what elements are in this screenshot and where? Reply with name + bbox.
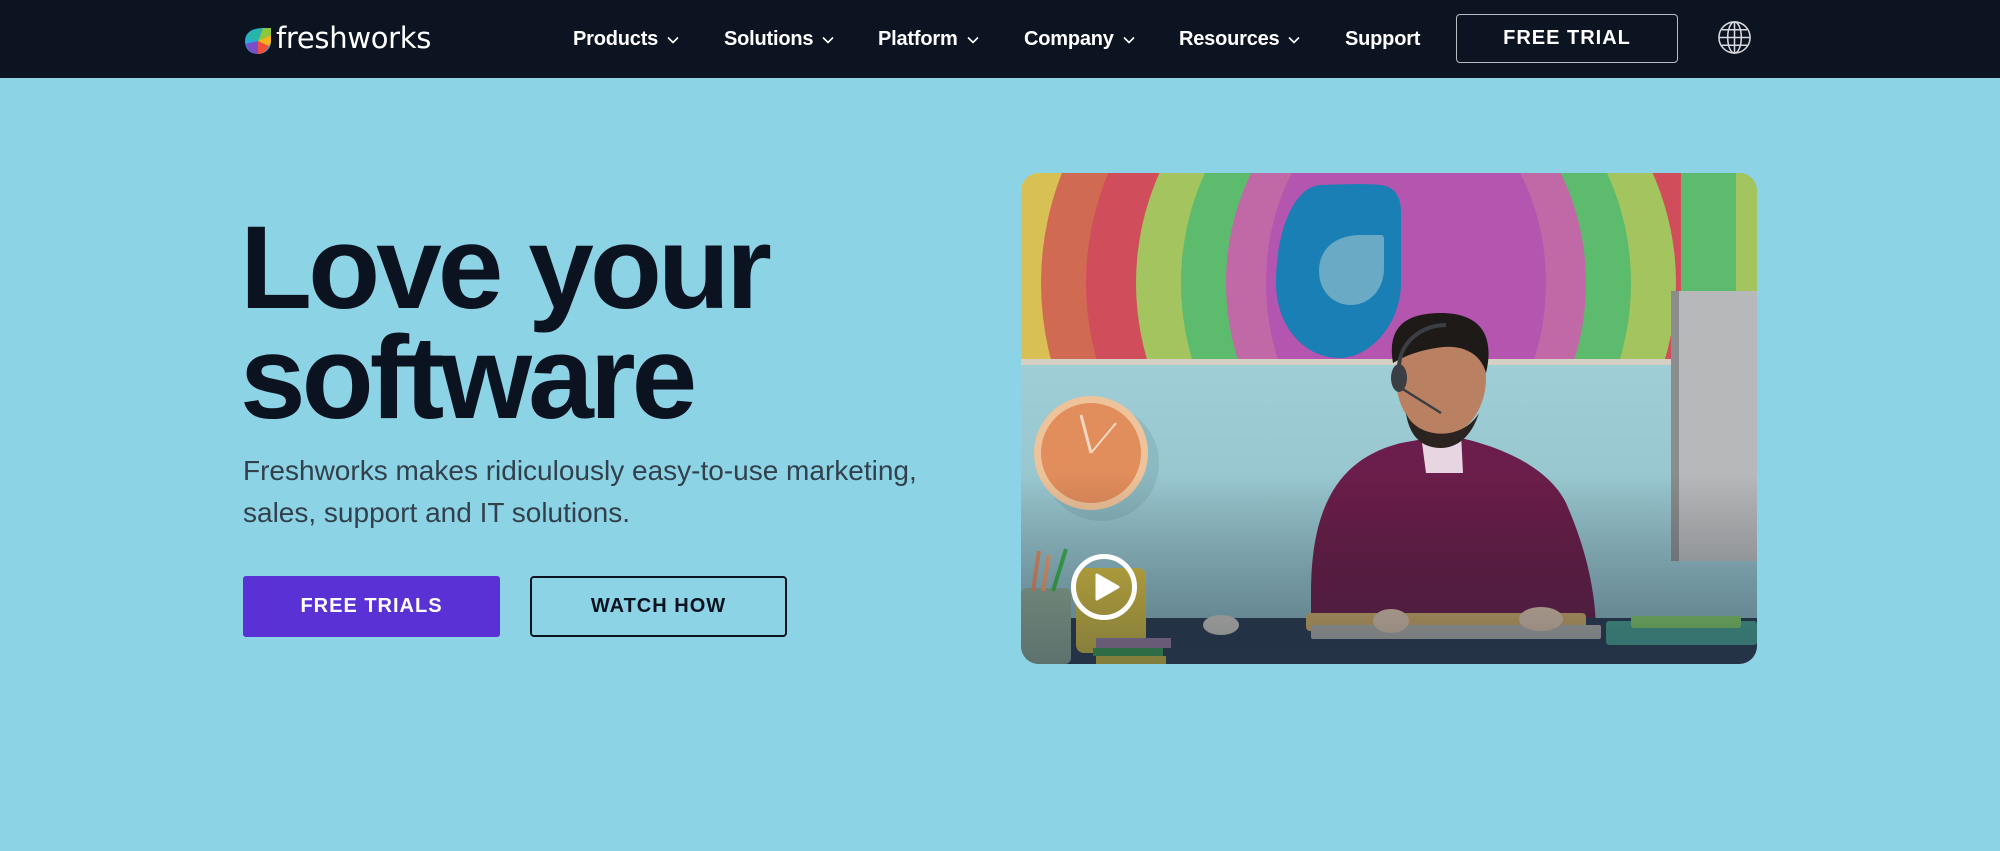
nav-label: Platform	[878, 27, 958, 50]
nav-platform[interactable]: Platform	[878, 24, 979, 54]
hero-heading-line-2: software	[240, 312, 697, 444]
hero-heading: Love your software	[240, 202, 772, 444]
chevron-down-icon	[667, 36, 679, 44]
nav-company[interactable]: Company	[1024, 24, 1135, 54]
logo-wordmark: freshworks	[276, 20, 432, 55]
nav-resources[interactable]: Resources	[1179, 24, 1301, 54]
top-navigation: freshworks Products Solutions Platform C…	[0, 0, 2000, 78]
hero-video[interactable]	[1021, 173, 1757, 664]
chevron-down-icon	[966, 36, 979, 44]
chevron-down-icon	[1288, 36, 1301, 44]
globe-icon[interactable]	[1717, 20, 1752, 55]
nav-label: Resources	[1179, 27, 1280, 50]
freshworks-leaf-icon	[245, 28, 271, 54]
free-trial-button[interactable]: FREE TRIAL	[1456, 14, 1678, 63]
hero-subtitle: Freshworks makes ridiculously easy-to-us…	[243, 455, 917, 528]
watch-how-button[interactable]: WATCH HOW	[530, 576, 787, 637]
hero-heading-line-1: Love your	[240, 202, 772, 334]
chevron-down-icon	[822, 36, 834, 44]
nav-solutions[interactable]: Solutions	[724, 24, 834, 54]
freshworks-logo[interactable]: freshworks	[243, 18, 431, 58]
nav-label: Solutions	[724, 27, 814, 50]
chevron-down-icon	[1123, 36, 1135, 44]
free-trials-button[interactable]: FREE TRIALS	[243, 576, 500, 637]
nav-label: Company	[1024, 27, 1114, 50]
nav-label: Support	[1345, 27, 1421, 50]
play-button[interactable]	[1071, 554, 1137, 620]
play-icon	[1095, 573, 1119, 601]
nav-label: Products	[573, 27, 659, 50]
nav-products[interactable]: Products	[573, 24, 679, 54]
nav-support[interactable]: Support	[1345, 24, 1420, 54]
